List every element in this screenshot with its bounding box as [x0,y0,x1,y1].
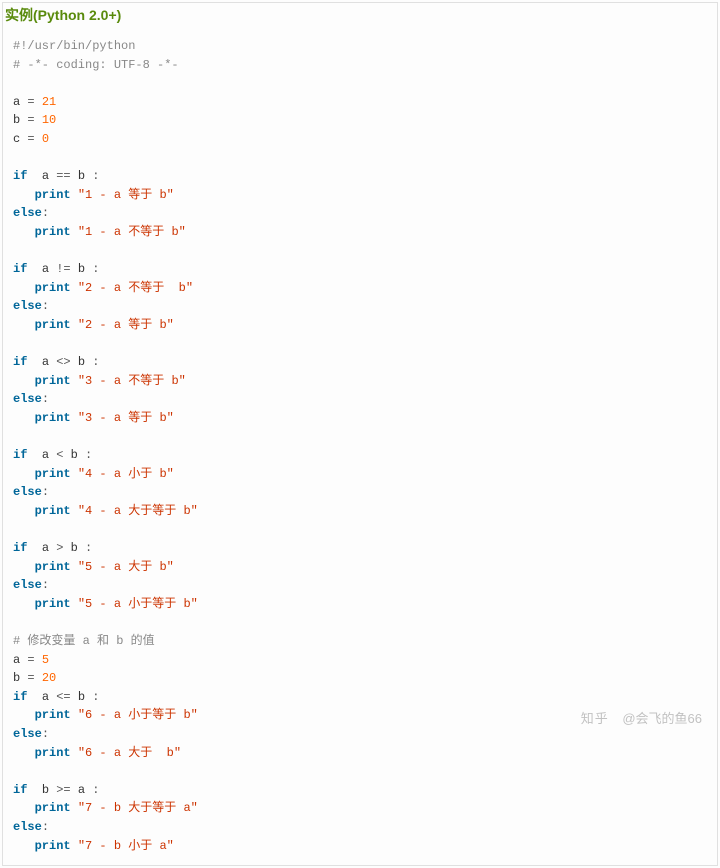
print-kw: print [35,597,71,611]
if-kw: if [13,355,27,369]
op: < [56,448,63,462]
num-21: 21 [42,95,56,109]
colon: : [92,169,99,183]
colon: : [85,448,92,462]
op: <> [56,355,70,369]
if-kw: if [13,783,27,797]
op: >= [56,783,70,797]
str: "5 - a 小于等于 b" [78,597,198,611]
str: "6 - a 大于 b" [78,746,181,760]
else-kw: else [13,578,42,592]
eq: = [27,95,34,109]
colon: : [42,727,49,741]
op: > [56,541,63,555]
str: "2 - a 不等于 b" [78,281,193,295]
str: "2 - a 等于 b" [78,318,174,332]
op: <= [56,690,70,704]
lhs: a [42,169,49,183]
comment-modify: # 修改变量 a 和 b 的值 [13,634,155,648]
lhs: a [42,448,49,462]
str: "7 - b 大于等于 a" [78,801,198,815]
colon: : [92,690,99,704]
if-kw: if [13,448,27,462]
str: "3 - a 不等于 b" [78,374,186,388]
num-5: 5 [42,653,49,667]
var-a: a [13,653,20,667]
print-kw: print [35,839,71,853]
eq: = [27,653,34,667]
rhs: b [78,169,85,183]
op: != [56,262,70,276]
num-20: 20 [42,671,56,685]
num-10: 10 [42,113,56,127]
str: "1 - a 不等于 b" [78,225,186,239]
lhs: a [42,541,49,555]
lhs: a [42,262,49,276]
else-kw: else [13,392,42,406]
lhs: a [42,690,49,704]
str: "1 - a 等于 b" [78,188,174,202]
shebang-line: #!/usr/bin/python [13,39,135,53]
else-kw: else [13,485,42,499]
var-b: b [13,113,20,127]
lhs: b [42,783,49,797]
str: "4 - a 小于 b" [78,467,174,481]
print-kw: print [35,801,71,815]
if-kw: if [13,690,27,704]
str: "3 - a 等于 b" [78,411,174,425]
print-kw: print [35,374,71,388]
rhs: b [71,541,78,555]
eq: = [27,132,34,146]
coding-line: # -*- coding: UTF-8 -*- [13,58,179,72]
colon: : [92,783,99,797]
str: "4 - a 大于等于 b" [78,504,198,518]
else-kw: else [13,727,42,741]
str: "7 - b 小于 a" [78,839,174,853]
print-kw: print [35,318,71,332]
colon: : [92,262,99,276]
var-c: c [13,132,20,146]
example-title: 实例(Python 2.0+) [3,3,717,31]
print-kw: print [35,746,71,760]
code-block: #!/usr/bin/python # -*- coding: UTF-8 -*… [3,31,717,865]
rhs: b [78,690,85,704]
colon: : [42,820,49,834]
print-kw: print [35,225,71,239]
var-b: b [13,671,20,685]
print-kw: print [35,467,71,481]
print-kw: print [35,281,71,295]
str: "6 - a 小于等于 b" [78,708,198,722]
eq: = [27,671,34,685]
colon: : [92,355,99,369]
else-kw: else [13,299,42,313]
rhs: a [78,783,85,797]
rhs: b [78,262,85,276]
colon: : [85,541,92,555]
print-kw: print [35,188,71,202]
if-kw: if [13,169,27,183]
colon: : [42,392,49,406]
else-kw: else [13,820,42,834]
colon: : [42,485,49,499]
if-kw: if [13,541,27,555]
var-a: a [13,95,20,109]
rhs: b [78,355,85,369]
op: == [56,169,70,183]
colon: : [42,299,49,313]
print-kw: print [35,411,71,425]
str: "5 - a 大于 b" [78,560,174,574]
rhs: b [71,448,78,462]
colon: : [42,206,49,220]
colon: : [42,578,49,592]
lhs: a [42,355,49,369]
if-kw: if [13,262,27,276]
print-kw: print [35,560,71,574]
num-0: 0 [42,132,49,146]
print-kw: print [35,504,71,518]
eq: = [27,113,34,127]
print-kw: print [35,708,71,722]
else-kw: else [13,206,42,220]
